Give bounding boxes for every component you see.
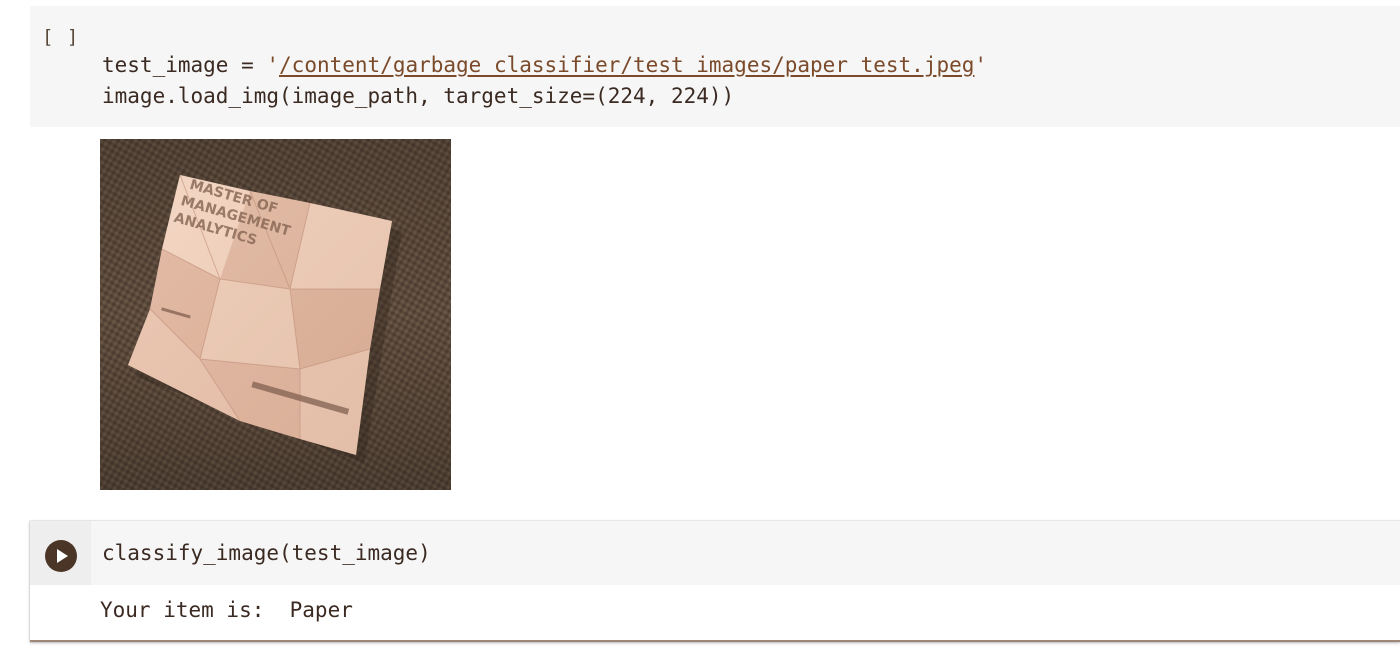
code-call-prefix: image.load_img(image_path, target_size=(: [102, 84, 608, 108]
string-quote-close: ': [974, 53, 988, 77]
code-number-2: 224: [670, 84, 709, 108]
image-path-link[interactable]: /content/garbage_classifier/test_images/…: [279, 53, 974, 77]
cell-gutter: [30, 521, 91, 585]
run-cell-button[interactable]: [45, 540, 77, 572]
play-icon: [57, 549, 68, 563]
code-line-2[interactable]: image.load_img(image_path, target_size=(…: [102, 84, 734, 108]
code-line[interactable]: classify_image(test_image): [102, 541, 431, 565]
code-line-1[interactable]: test_image = '/content/garbage_classifie…: [102, 53, 987, 77]
string-quote-open: ': [266, 53, 280, 77]
code-separator: ,: [645, 84, 671, 108]
code-assignment: test_image =: [102, 53, 267, 77]
output-image: MASTER OF MANAGEMENT ANALYTICS: [100, 139, 451, 490]
execution-count[interactable]: [ ]: [42, 26, 79, 48]
code-cell-load-image[interactable]: [ ] test_image = '/content/garbage_class…: [30, 6, 1400, 127]
code-cell-classify[interactable]: classify_image(test_image) Your item is:…: [30, 521, 1400, 642]
code-call-suffix: )): [708, 84, 735, 108]
crumpled-paper-photo: MASTER OF MANAGEMENT ANALYTICS: [100, 139, 451, 490]
notebook: [ ] test_image = '/content/garbage_class…: [0, 0, 1400, 654]
code-editor[interactable]: classify_image(test_image): [30, 521, 1400, 585]
code-number-1: 224: [607, 84, 646, 108]
cell-output-text: Your item is: Paper: [100, 598, 353, 622]
